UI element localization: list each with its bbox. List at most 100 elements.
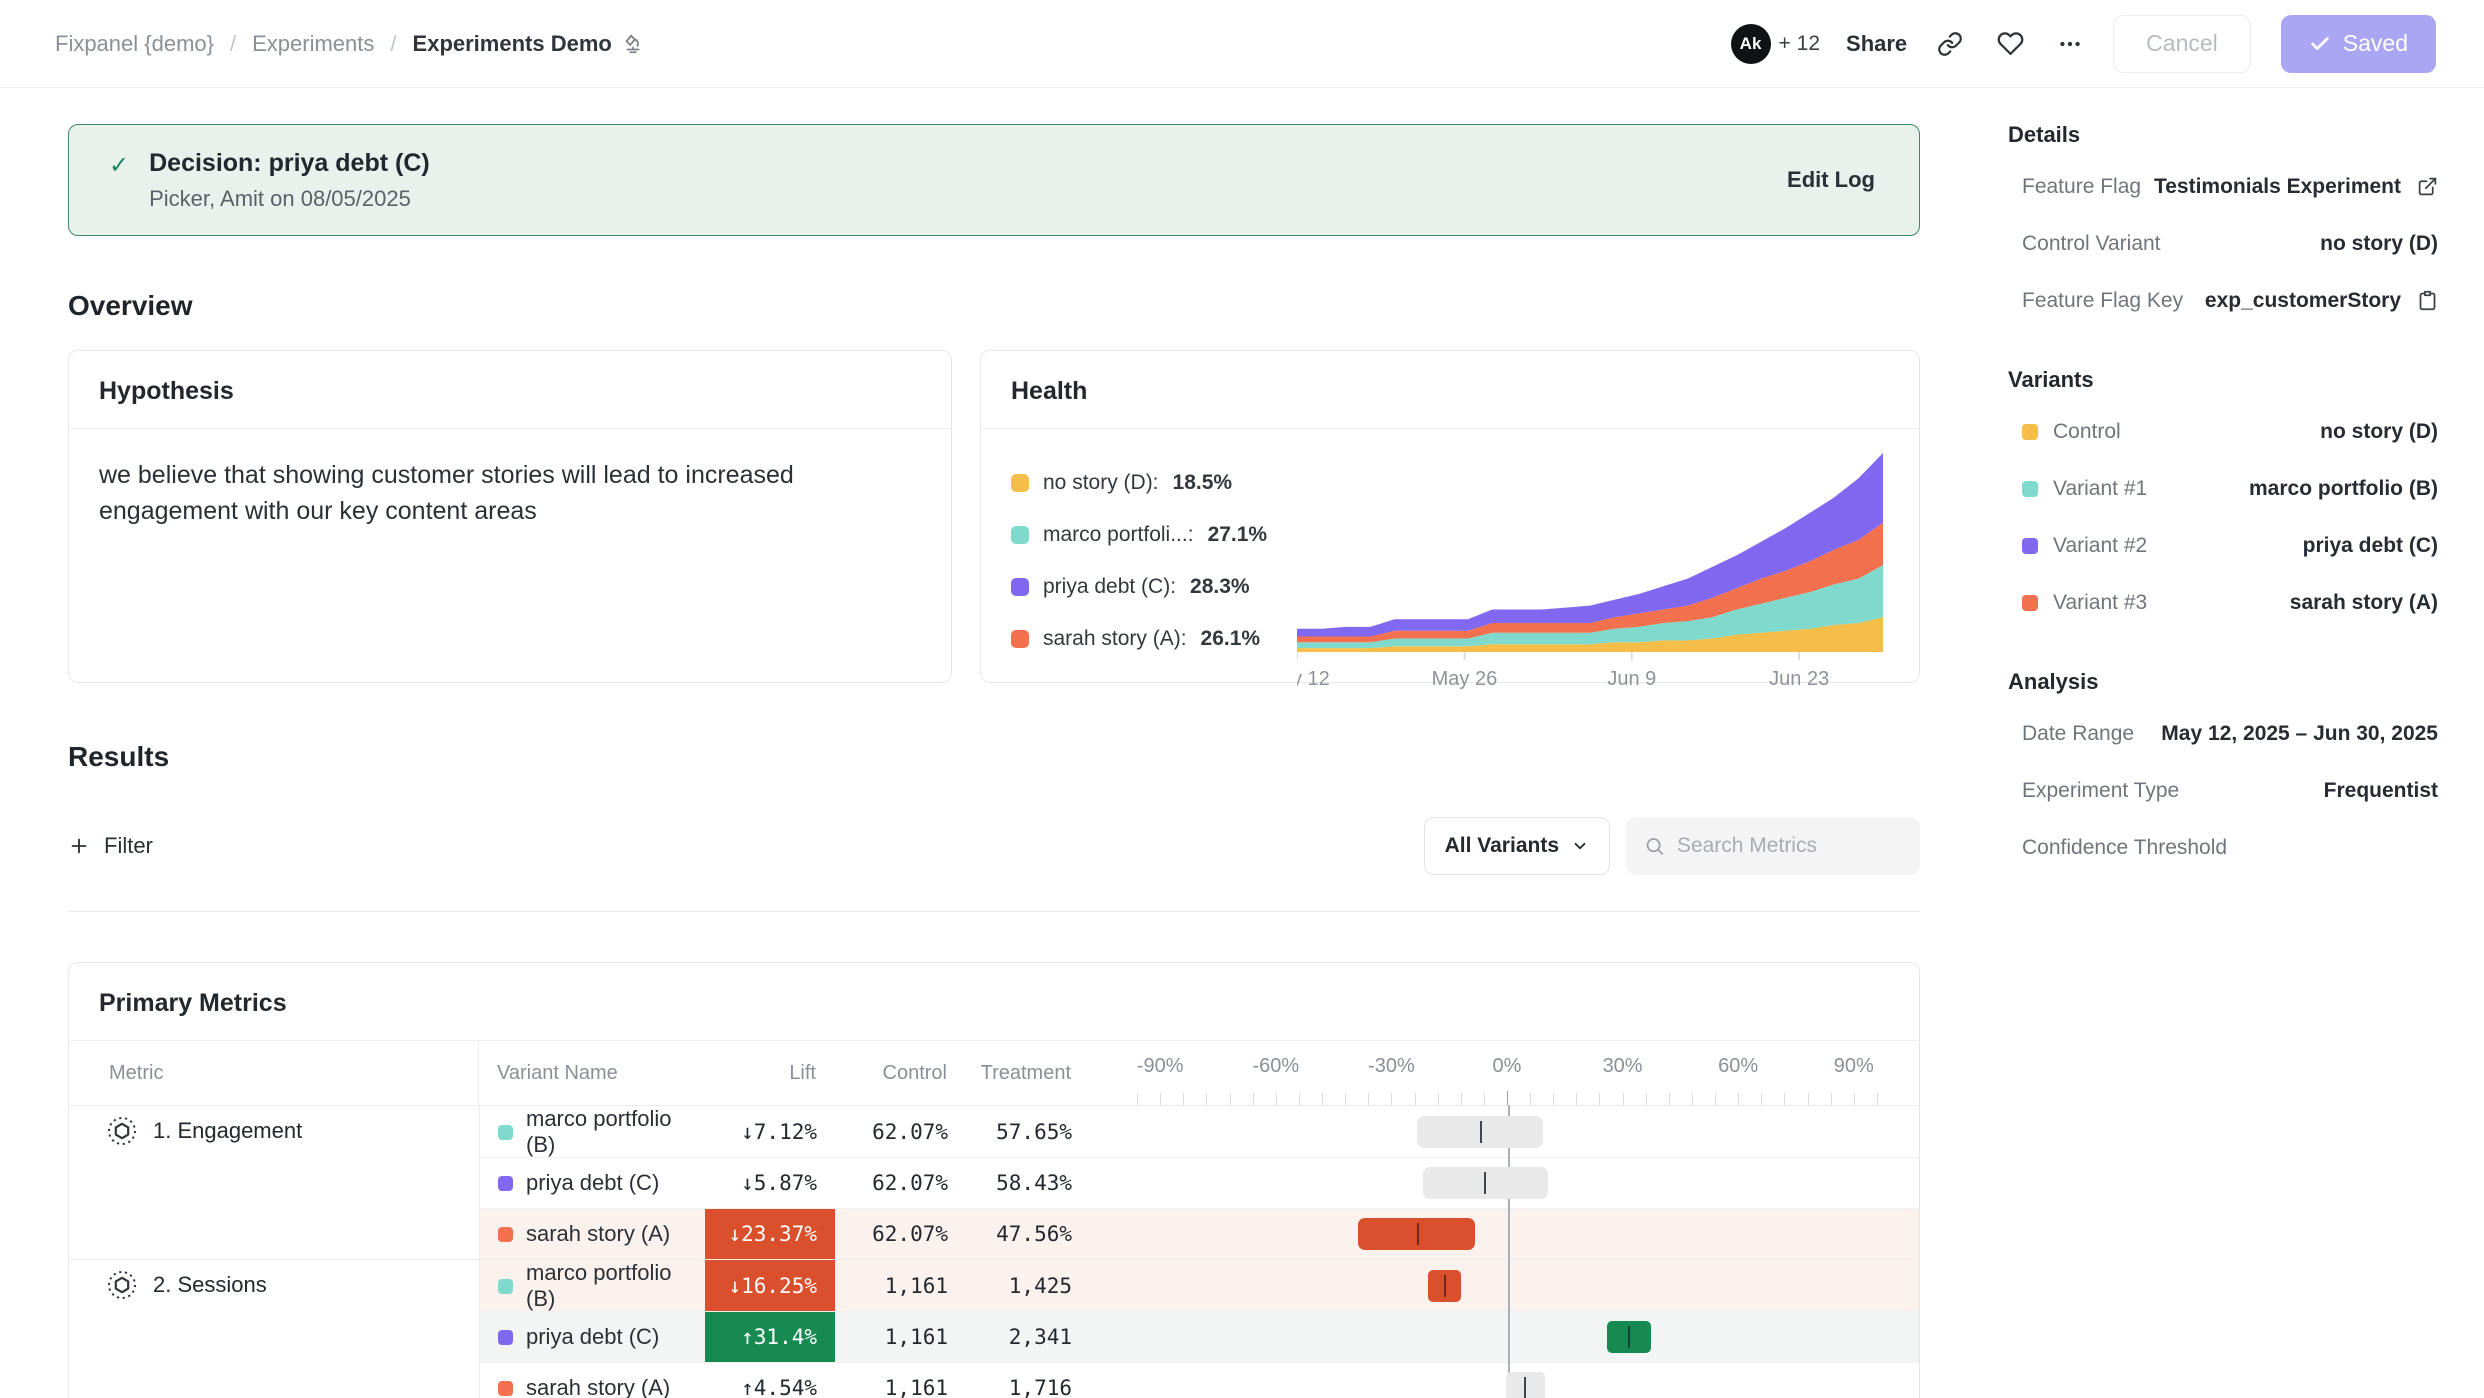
confidence-interval-bar[interactable]: [1423, 1167, 1548, 1199]
ruler-tick: [1854, 1093, 1855, 1105]
sidebar-section-details: DetailsFeature FlagTestimonials Experime…: [2008, 122, 2438, 329]
table-row[interactable]: sarah story (A)↑4.54%1,1611,716: [480, 1362, 1919, 1398]
overview-heading: Overview: [68, 290, 1920, 322]
check-icon: [2309, 33, 2331, 55]
variant-color-chip: [2022, 481, 2038, 497]
clipboard-icon[interactable]: [2417, 290, 2438, 311]
table-row[interactable]: priya debt (C)↓5.87%62.07%58.43%: [480, 1157, 1919, 1208]
axis-tick-label: 0%: [1493, 1055, 1522, 1078]
legend-color-chip: [1011, 578, 1029, 596]
svg-text:May 26: May 26: [1432, 668, 1498, 690]
confidence-interval-bar[interactable]: [1506, 1372, 1545, 1398]
cancel-button[interactable]: Cancel: [2113, 15, 2251, 73]
analysis-value-text: May 12, 2025 – Jun 30, 2025: [2161, 722, 2438, 746]
hypothesis-body: we believe that showing customer stories…: [69, 429, 949, 558]
confidence-interval-bar[interactable]: [1358, 1218, 1476, 1250]
confidence-interval-bar[interactable]: [1417, 1116, 1543, 1148]
copy-link-icon[interactable]: [1933, 27, 1967, 61]
decision-banner-left: ✓ Decision: priya debt (C) Picker, Amit …: [109, 149, 430, 212]
control-value: 62.07%: [835, 1171, 948, 1195]
external-link-icon[interactable]: [2417, 176, 2438, 197]
variants-row: Variant #2priya debt (C): [2008, 517, 2438, 574]
analysis-row: Confidence Threshold: [2008, 819, 2438, 876]
sidebar-section-variants: VariantsControlno story (D)Variant #1mar…: [2008, 367, 2438, 631]
overview-cards: Hypothesis we believe that showing custo…: [68, 350, 1920, 683]
legend-value: 18.5%: [1173, 471, 1233, 495]
all-variants-dropdown[interactable]: All Variants: [1424, 817, 1610, 875]
collaborator-avatars[interactable]: Ak + 12: [1731, 24, 1820, 64]
lift-value: ↓5.87%: [705, 1158, 835, 1208]
share-button[interactable]: Share: [1846, 31, 1907, 57]
variants-row-value: marco portfolio (B): [2249, 477, 2438, 501]
axis-tick-label: -60%: [1252, 1055, 1299, 1078]
ruler-tick: [1345, 1093, 1346, 1105]
sidebar-section-title: Details: [2008, 122, 2438, 148]
results-toolbar: Filter All Variants: [68, 817, 1920, 875]
app-root: Fixpanel {demo} / Experiments / Experime…: [0, 0, 2484, 1398]
analysis-row: Date RangeMay 12, 2025 – Jun 30, 2025: [2008, 705, 2438, 762]
confidence-interval-cell: [1112, 1260, 1919, 1312]
microscope-emoji: [622, 33, 644, 55]
variants-value-text: priya debt (C): [2303, 534, 2438, 558]
breadcrumb-project[interactable]: Fixpanel {demo}: [55, 31, 214, 57]
variants-label-text: Variant #1: [2053, 477, 2147, 501]
breadcrumb-experiments[interactable]: Experiments: [252, 31, 374, 57]
table-row[interactable]: marco portfolio (B)↓7.12%62.07%57.65%: [480, 1106, 1919, 1157]
table-row[interactable]: marco portfolio (B)↓16.25%1,1611,425: [480, 1260, 1919, 1311]
health-card: Health no story (D): 18.5%marco portfoli…: [980, 350, 1920, 683]
health-legend: no story (D): 18.5%marco portfoli...: 27…: [1011, 447, 1297, 697]
axis-tick-label: 60%: [1718, 1055, 1758, 1078]
breadcrumb-current[interactable]: Experiments Demo: [413, 31, 644, 57]
ci-axis-header: -90%-60%-30%0%30%60%90%: [1111, 1041, 1919, 1105]
details-row-value: Testimonials Experiment: [2154, 175, 2438, 199]
search-metrics-input[interactable]: [1677, 834, 1902, 858]
details-value-text: exp_customerStory: [2205, 289, 2401, 313]
treatment-value: 57.65%: [948, 1120, 1072, 1144]
variant-color-chip: [498, 1125, 513, 1140]
confidence-interval-cell: [1112, 1106, 1919, 1158]
variants-label-text: Control: [2053, 420, 2121, 444]
variant-name-cell: marco portfolio (B): [480, 1106, 705, 1158]
confidence-interval-bar[interactable]: [1607, 1321, 1651, 1353]
favorite-heart-icon[interactable]: [1993, 27, 2027, 61]
ruler-tick: [1530, 1093, 1531, 1105]
details-row-label: Feature Flag Key: [2022, 289, 2183, 313]
edit-log-button[interactable]: Edit Log: [1787, 167, 1875, 193]
analysis-label-text: Confidence Threshold: [2022, 836, 2227, 860]
metric-name: 2. Sessions: [153, 1272, 267, 1298]
legend-color-chip: [1011, 526, 1029, 544]
ci-mean-tick: [1628, 1326, 1630, 1348]
page-title: Experiments Demo: [413, 31, 612, 57]
variant-color-chip: [2022, 595, 2038, 611]
table-row[interactable]: sarah story (A)↓23.37%62.07%47.56%: [480, 1208, 1919, 1259]
variants-row-value: priya debt (C): [2303, 534, 2438, 558]
health-body: no story (D): 18.5%marco portfoli...: 27…: [981, 429, 1919, 697]
metric-name-cell[interactable]: 1. Engagement: [69, 1106, 479, 1259]
health-area-chart: May 12May 26Jun 9Jun 23: [1297, 447, 1893, 697]
variant-name: marco portfolio (B): [526, 1260, 705, 1312]
legend-label: marco portfoli...:: [1043, 523, 1194, 547]
plus-icon: [68, 835, 90, 857]
ruler-tick: [1415, 1093, 1416, 1105]
sidebar-section-title: Variants: [2008, 367, 2438, 393]
metric-name-cell[interactable]: 2. Sessions: [69, 1260, 479, 1398]
ruler-tick: [1391, 1093, 1392, 1105]
ruler-tick: [1322, 1093, 1323, 1105]
ci-mean-tick: [1524, 1377, 1526, 1398]
treatment-value: 1,425: [948, 1274, 1072, 1298]
lift-value: ↑4.54%: [705, 1363, 835, 1398]
column-header-control: Control: [834, 1062, 947, 1085]
table-row[interactable]: priya debt (C)↑31.4%1,1612,341: [480, 1311, 1919, 1362]
add-filter-button[interactable]: Filter: [68, 833, 153, 859]
metric-name: 1. Engagement: [153, 1118, 302, 1144]
ruler-tick: [1738, 1093, 1739, 1105]
sidebar-section-analysis: AnalysisDate RangeMay 12, 2025 – Jun 30,…: [2008, 669, 2438, 876]
zero-axis-line: [1508, 1105, 1510, 1398]
main-layout: ✓ Decision: priya debt (C) Picker, Amit …: [0, 88, 2484, 1398]
metric-goal-icon: [107, 1270, 137, 1300]
avatar[interactable]: Ak: [1731, 24, 1771, 64]
more-options-icon[interactable]: [2053, 27, 2087, 61]
saved-button[interactable]: Saved: [2281, 15, 2436, 73]
ruler-tick: [1438, 1093, 1439, 1105]
confidence-interval-bar[interactable]: [1428, 1270, 1460, 1302]
